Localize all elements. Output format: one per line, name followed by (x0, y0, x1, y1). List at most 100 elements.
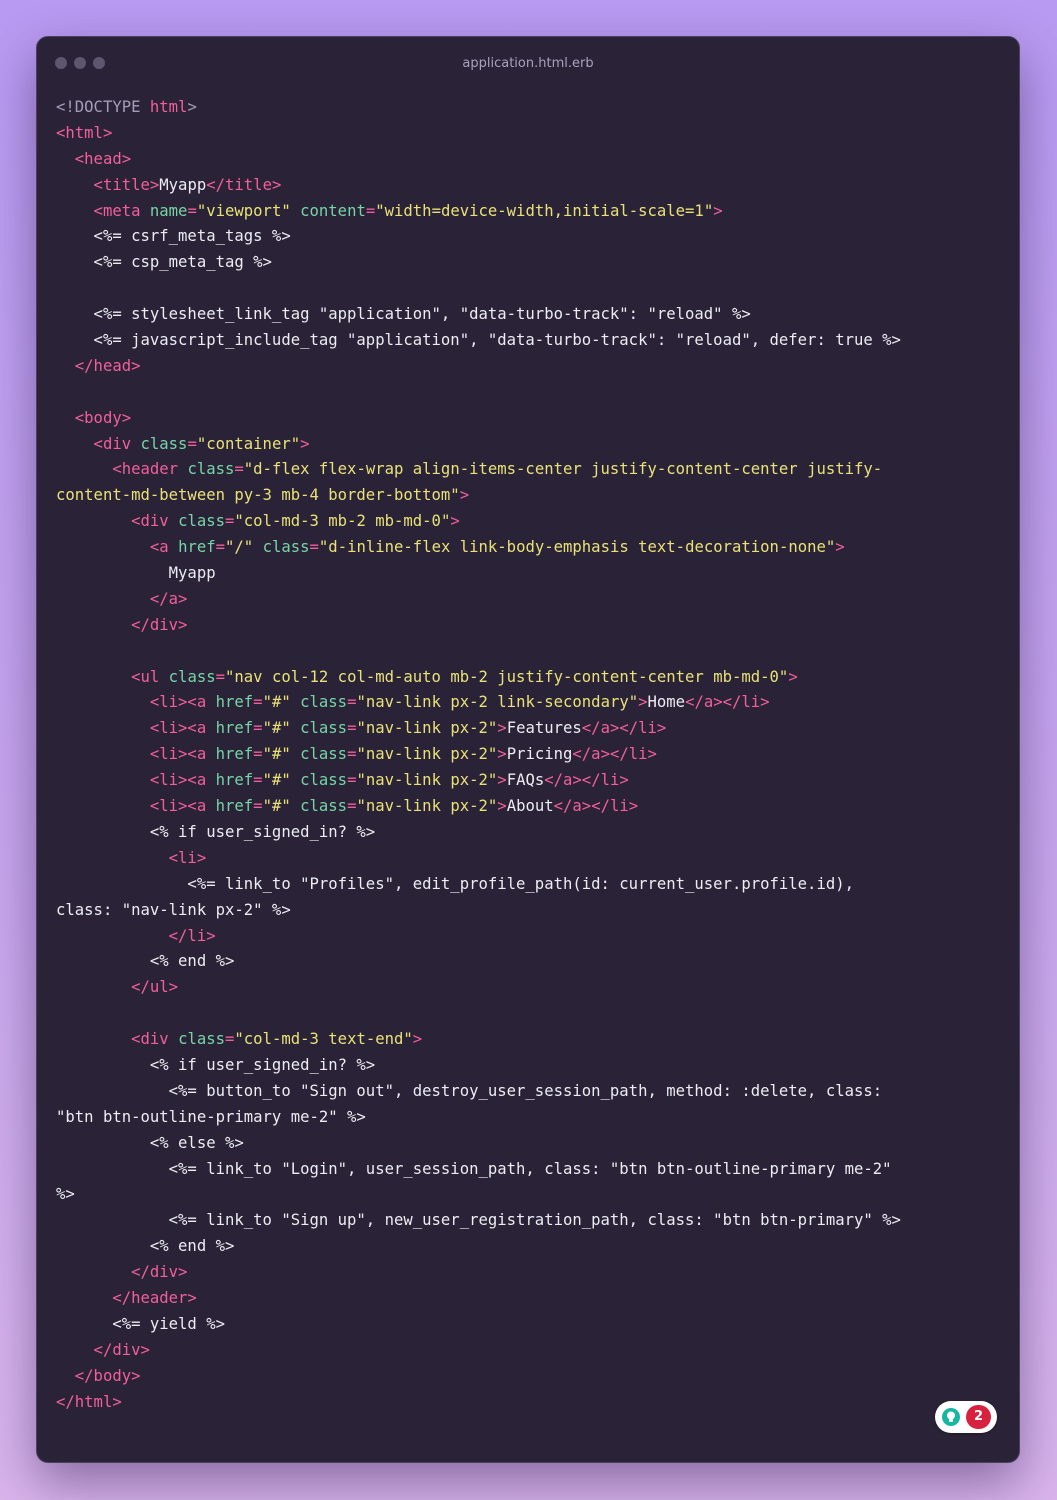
code-token: "d-inline-flex link-body-emphasis text-d… (318, 538, 836, 557)
code-token: <header (56, 460, 188, 479)
code-token: href (215, 693, 254, 712)
code-token: <% if user_signed_in? %> (56, 1055, 376, 1074)
code-line: <meta name="viewport" content="width=dev… (56, 199, 901, 225)
code-token: = (253, 745, 263, 764)
code-line: "btn btn-outline-primary me-2" %> (56, 1105, 901, 1131)
code-line: </header> (56, 1286, 901, 1312)
code-line: <%= link_to "Sign up", new_user_registra… (56, 1208, 901, 1234)
code-token: "#" (262, 693, 291, 712)
code-token: = (234, 460, 244, 479)
code-line: <div class="col-md-3 text-end"> (56, 1027, 901, 1053)
code-token: <%= link_to "Sign up", new_user_registra… (56, 1211, 901, 1230)
code-token: <title> (56, 175, 160, 194)
code-line: </ul> (56, 975, 901, 1001)
code-token: "nav-link px-2" (356, 745, 498, 764)
code-token: = (365, 201, 376, 220)
code-token: "#" (262, 719, 291, 738)
code-line: <%= yield %> (56, 1312, 901, 1338)
code-token: class (300, 745, 348, 764)
code-token: content-md-between py-3 mb-4 border-bott… (56, 486, 460, 505)
code-token: > (450, 512, 460, 531)
code-token: <div (56, 512, 179, 531)
lightbulb-icon (942, 1408, 960, 1426)
code-line: <ul class="nav col-12 col-md-auto mb-2 j… (56, 665, 901, 691)
code-token: <ul (56, 667, 169, 686)
code-token: <meta (56, 201, 150, 220)
code-token: <% else %> (56, 1133, 244, 1152)
code-token: <li> (56, 848, 207, 867)
code-token: "viewport" (196, 201, 291, 220)
code-token: "nav col-12 col-md-auto mb-2 justify-con… (225, 667, 789, 686)
code-token: content (300, 201, 366, 220)
code-token: href (215, 719, 254, 738)
code-line: </div> (56, 1338, 901, 1364)
code-token: <% end %> (56, 952, 235, 971)
code-token: > (497, 719, 507, 738)
code-token: <%= javascript_include_tag "application"… (56, 331, 901, 350)
code-token: Myapp (159, 175, 207, 194)
code-token: href (215, 745, 254, 764)
code-token: Myapp (56, 564, 216, 583)
code-token: </html> (56, 1392, 122, 1411)
code-token: "width=device-width,initial-scale=1" (375, 201, 714, 220)
code-line: <li><a href="#" class="nav-link px-2">FA… (56, 768, 901, 794)
code-token: > (713, 201, 723, 220)
code-line: ​ (56, 1001, 901, 1027)
code-token: <li><a (56, 745, 216, 764)
code-token: = (253, 693, 263, 712)
code-line: </div> (56, 1260, 901, 1286)
code-token: <li><a (56, 719, 216, 738)
code-token: > (788, 667, 798, 686)
code-token: "container" (196, 434, 301, 453)
code-token: </a></li> (553, 797, 639, 816)
code-token: <%= csp_meta_tag %> (56, 253, 272, 272)
code-line: </a> (56, 587, 901, 613)
code-line: <header class="d-flex flex-wrap align-it… (56, 457, 901, 483)
code-token: "#" (262, 745, 291, 764)
code-token: "d-flex flex-wrap align-items-center jus… (243, 460, 883, 479)
code-line: </div> (56, 613, 901, 639)
code-token: class (300, 797, 348, 816)
code-line: <body> (56, 406, 901, 432)
code-line: <div class="col-md-3 mb-2 mb-md-0"> (56, 509, 901, 535)
code-token: <%= link_to "Profiles", edit_profile_pat… (56, 874, 854, 893)
code-token: "#" (262, 771, 291, 790)
code-token: <li><a (56, 797, 216, 816)
code-token: %> (56, 1185, 75, 1204)
code-token: <a (56, 538, 179, 557)
window-titlebar: application.html.erb (37, 37, 1019, 89)
code-line: <title>Myapp</title> (56, 173, 901, 199)
code-token: </header> (56, 1288, 197, 1307)
code-token: class (140, 434, 188, 453)
code-token: = (215, 538, 226, 557)
code-token: > (187, 98, 197, 116)
notification-badge[interactable]: 2 (935, 1401, 997, 1433)
code-token: <!DOCTYPE (56, 98, 150, 116)
code-token: class (187, 460, 235, 479)
code-token: <% if user_signed_in? %> (56, 822, 376, 841)
code-token: html (149, 98, 188, 116)
code-token: Home (647, 693, 686, 712)
code-token: <html> (56, 123, 113, 142)
code-line: <li><a href="#" class="nav-link px-2">Pr… (56, 742, 901, 768)
code-token: </a> (56, 589, 188, 608)
code-token: </body> (56, 1366, 141, 1385)
code-token: "nav-link px-2" (356, 719, 498, 738)
code-line: <%= stylesheet_link_tag "application", "… (56, 302, 901, 328)
code-token: class (300, 693, 348, 712)
code-token: </li> (56, 926, 216, 945)
code-token: > (412, 1030, 423, 1049)
code-line: <%= button_to "Sign out", destroy_user_s… (56, 1079, 901, 1105)
code-line: class: "nav-link px-2" %> (56, 898, 901, 924)
code-token: </a></li> (572, 745, 657, 764)
code-token: = (309, 538, 319, 557)
code-token: Pricing (506, 745, 573, 764)
code-token: <div (56, 1030, 179, 1049)
code-line: <% if user_signed_in? %> (56, 820, 901, 846)
window-title: application.html.erb (462, 56, 594, 71)
code-token: "#" (262, 797, 291, 816)
code-token: FAQs (506, 771, 545, 790)
